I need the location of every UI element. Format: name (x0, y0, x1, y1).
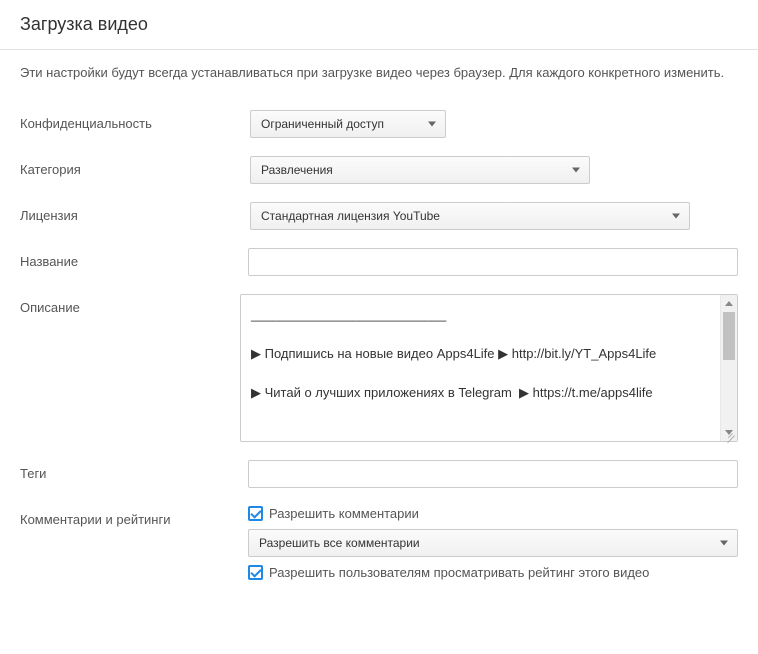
description-label: Описание (20, 294, 240, 315)
license-select[interactable]: Стандартная лицензия YouTube (250, 202, 690, 230)
allow-ratings-row: Разрешить пользователям просматривать ре… (248, 565, 738, 580)
caret-down-icon (720, 541, 728, 546)
resize-handle-icon[interactable] (723, 427, 735, 439)
title-label: Название (20, 248, 248, 269)
allow-ratings-checkbox[interactable] (248, 565, 263, 580)
allow-ratings-label[interactable]: Разрешить пользователям просматривать ре… (269, 565, 649, 580)
scroll-thumb[interactable] (723, 312, 735, 360)
allow-comments-row: Разрешить комментарии (248, 506, 738, 521)
caret-down-icon (428, 122, 436, 127)
allow-comments-label[interactable]: Разрешить комментарии (269, 506, 419, 521)
privacy-label: Конфиденциальность (20, 110, 250, 131)
caret-down-icon (672, 214, 680, 219)
comments-policy-value: Разрешить все комментарии (259, 536, 420, 550)
scroll-up-icon[interactable] (721, 295, 737, 312)
form-row-category: Категория Развлечения (20, 156, 738, 184)
privacy-select[interactable]: Ограниченный доступ (250, 110, 446, 138)
comments-policy-select[interactable]: Разрешить все комментарии (248, 529, 738, 557)
category-select-value: Развлечения (261, 163, 333, 177)
scrollbar[interactable] (720, 295, 737, 441)
form-row-description: Описание (20, 294, 738, 442)
license-label: Лицензия (20, 202, 250, 223)
comments-ratings-label: Комментарии и рейтинги (20, 506, 248, 527)
form-row-privacy: Конфиденциальность Ограниченный доступ (20, 110, 738, 138)
form-row-title: Название (20, 248, 738, 276)
allow-comments-checkbox[interactable] (248, 506, 263, 521)
form-row-comments: Комментарии и рейтинги Разрешить коммент… (20, 506, 738, 588)
form-row-tags: Теги (20, 460, 738, 488)
category-label: Категория (20, 156, 250, 177)
description-textarea-wrap (240, 294, 738, 442)
tags-input[interactable] (248, 460, 738, 488)
privacy-select-value: Ограниченный доступ (261, 117, 384, 131)
caret-down-icon (572, 168, 580, 173)
title-input[interactable] (248, 248, 738, 276)
license-select-value: Стандартная лицензия YouTube (261, 209, 440, 223)
form-row-license: Лицензия Стандартная лицензия YouTube (20, 202, 738, 230)
content-area: Эти настройки будут всегда устанавливать… (0, 50, 758, 620)
intro-text: Эти настройки будут всегда устанавливать… (20, 64, 738, 82)
description-textarea[interactable] (241, 295, 720, 441)
category-select[interactable]: Развлечения (250, 156, 590, 184)
page-title: Загрузка видео (0, 0, 758, 49)
tags-label: Теги (20, 460, 248, 481)
